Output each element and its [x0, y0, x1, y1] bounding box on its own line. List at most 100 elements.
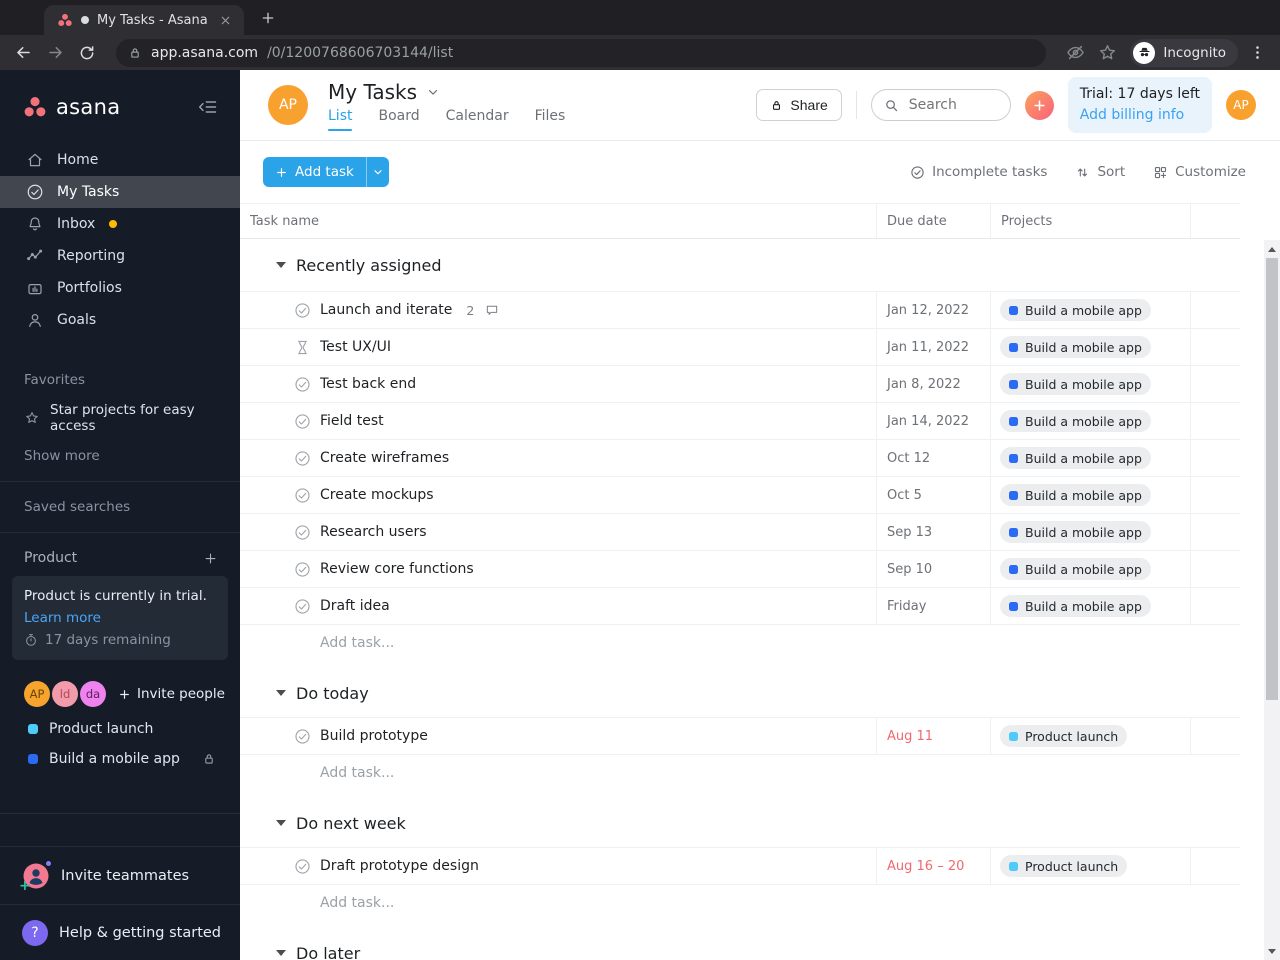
project-tag[interactable]: Build a mobile app: [1000, 447, 1151, 469]
add-task-button[interactable]: Add task: [263, 157, 366, 187]
project-tag[interactable]: Build a mobile app: [1000, 373, 1151, 395]
avatar[interactable]: AP: [24, 681, 50, 707]
add-task-row[interactable]: Add task...: [240, 885, 1240, 921]
sidebar-item-goals[interactable]: Goals: [0, 304, 240, 336]
complete-check-icon[interactable]: [294, 302, 311, 319]
customize-button[interactable]: Customize: [1153, 164, 1246, 180]
task-row[interactable]: Review core functions Sep 10 Build a mobil…: [240, 550, 1240, 587]
complete-check-icon[interactable]: [294, 858, 311, 875]
avatar[interactable]: da: [80, 681, 106, 707]
bookmark-star-icon[interactable]: [1094, 40, 1120, 66]
tab-calendar[interactable]: Calendar: [446, 108, 509, 130]
reload-icon[interactable]: [74, 40, 100, 66]
forward-icon[interactable]: [42, 40, 68, 66]
complete-check-icon[interactable]: [294, 413, 311, 430]
collapse-arrow-icon[interactable]: [276, 690, 286, 696]
sidebar-item-portfolios[interactable]: Portfolios: [0, 272, 240, 304]
avatar[interactable]: ld: [52, 681, 78, 707]
asana-logo-icon[interactable]: [22, 94, 48, 120]
task-row[interactable]: Research users Sep 13 Build a mobile app: [240, 513, 1240, 550]
project-tag[interactable]: Product launch: [1000, 855, 1128, 877]
task-row[interactable]: Draft prototype design Aug 16 – 20 Product…: [240, 847, 1240, 884]
due-date[interactable]: Sep 10: [876, 551, 990, 587]
add-task-row[interactable]: Add task...: [240, 755, 1240, 791]
project-tag[interactable]: Product launch: [1000, 725, 1128, 747]
task-row[interactable]: Field test Jan 14, 2022 Build a mobile app: [240, 402, 1240, 439]
task-name[interactable]: Test UX/UI: [320, 339, 391, 355]
task-name[interactable]: Create mockups: [320, 487, 434, 503]
due-date[interactable]: Jan 11, 2022: [876, 329, 990, 365]
invite-people-button[interactable]: Invite people: [118, 686, 225, 702]
task-name[interactable]: Review core functions: [320, 561, 474, 577]
sidebar-item-my-tasks[interactable]: My Tasks: [0, 176, 240, 208]
task-name[interactable]: Draft prototype design: [320, 858, 479, 874]
back-icon[interactable]: [10, 40, 36, 66]
task-row[interactable]: Test back end Jan 8, 2022 Build a mobile a…: [240, 365, 1240, 402]
scroll-up-icon[interactable]: [1264, 242, 1280, 256]
scroll-down-icon[interactable]: [1264, 944, 1280, 958]
complete-check-icon[interactable]: [294, 487, 311, 504]
section-header-do-next-week[interactable]: Do next week: [240, 799, 1240, 847]
task-name[interactable]: Create wireframes: [320, 450, 449, 466]
sidebar-project-build-a-mobile-app[interactable]: Build a mobile app: [0, 745, 240, 773]
due-date[interactable]: Friday: [876, 588, 990, 624]
sidebar-item-home[interactable]: Home: [0, 144, 240, 176]
user-avatar[interactable]: AP: [1226, 90, 1256, 120]
team-section-header[interactable]: Product: [0, 550, 240, 566]
create-button[interactable]: [1024, 90, 1054, 120]
section-header-do-later[interactable]: Do later: [240, 929, 1240, 960]
collapse-sidebar-icon[interactable]: [198, 97, 218, 117]
task-row[interactable]: Create wireframes Oct 12 Build a mobile ap…: [240, 439, 1240, 476]
share-button[interactable]: Share: [756, 89, 842, 121]
collapse-arrow-icon[interactable]: [276, 262, 286, 268]
chevron-down-icon[interactable]: [426, 85, 440, 99]
search-box[interactable]: [870, 89, 1011, 121]
complete-check-icon[interactable]: [294, 728, 311, 745]
hourglass-icon[interactable]: [294, 339, 311, 356]
section-header-do-today[interactable]: Do today: [240, 669, 1240, 717]
add-billing-link[interactable]: Add billing info: [1080, 105, 1200, 126]
browser-menu-icon[interactable]: [1244, 40, 1270, 66]
add-project-icon[interactable]: [203, 551, 218, 566]
complete-check-icon[interactable]: [294, 376, 311, 393]
sidebar-item-inbox[interactable]: Inbox: [0, 208, 240, 240]
help-button[interactable]: ? Help & getting started: [0, 904, 240, 960]
collapse-arrow-icon[interactable]: [276, 820, 286, 826]
project-tag[interactable]: Build a mobile app: [1000, 299, 1151, 321]
complete-check-icon[interactable]: [294, 598, 311, 615]
browser-tab[interactable]: My Tasks - Asana: [44, 5, 244, 35]
due-date[interactable]: Jan 14, 2022: [876, 403, 990, 439]
learn-more-link[interactable]: Learn more: [24, 607, 216, 629]
task-name[interactable]: Launch and iterate: [320, 302, 452, 318]
task-row[interactable]: Create mockups Oct 5 Build a mobile app: [240, 476, 1240, 513]
show-more-button[interactable]: Show more: [0, 448, 240, 464]
due-date[interactable]: Oct 12: [876, 440, 990, 476]
eye-off-icon[interactable]: [1062, 40, 1088, 66]
add-task-dropdown-icon[interactable]: [365, 157, 389, 187]
project-tag[interactable]: Build a mobile app: [1000, 484, 1151, 506]
task-row[interactable]: Draft idea Friday Build a mobile app: [240, 587, 1240, 624]
filter-button[interactable]: Incomplete tasks: [910, 164, 1047, 180]
task-name[interactable]: Test back end: [320, 376, 416, 392]
section-header-recently-assigned[interactable]: Recently assigned: [240, 239, 1240, 291]
due-date[interactable]: Sep 13: [876, 514, 990, 550]
sidebar-project-product-launch[interactable]: Product launch: [0, 715, 240, 743]
task-row[interactable]: Build prototype Aug 11 Product launch: [240, 717, 1240, 754]
task-row[interactable]: Launch and iterate 2 Jan 12, 2022 Build a m…: [240, 291, 1240, 328]
url-bar[interactable]: app.asana.com/0/1200768606703144/list: [116, 38, 1047, 67]
tab-close-icon[interactable]: [216, 11, 234, 29]
task-name[interactable]: Research users: [320, 524, 427, 540]
project-tag[interactable]: Build a mobile app: [1000, 336, 1151, 358]
search-input[interactable]: [906, 96, 999, 114]
scrollbar[interactable]: [1264, 240, 1280, 960]
complete-check-icon[interactable]: [294, 450, 311, 467]
task-row[interactable]: Test UX/UI Jan 11, 2022 Build a mobile app: [240, 328, 1240, 365]
scrollbar-thumb[interactable]: [1266, 258, 1278, 700]
project-tag[interactable]: Build a mobile app: [1000, 595, 1151, 617]
due-date[interactable]: Aug 11: [876, 718, 990, 754]
sort-button[interactable]: Sort: [1075, 164, 1125, 180]
new-tab-button[interactable]: [254, 4, 282, 32]
project-tag[interactable]: Build a mobile app: [1000, 558, 1151, 580]
task-name[interactable]: Field test: [320, 413, 384, 429]
tab-files[interactable]: Files: [535, 108, 566, 130]
